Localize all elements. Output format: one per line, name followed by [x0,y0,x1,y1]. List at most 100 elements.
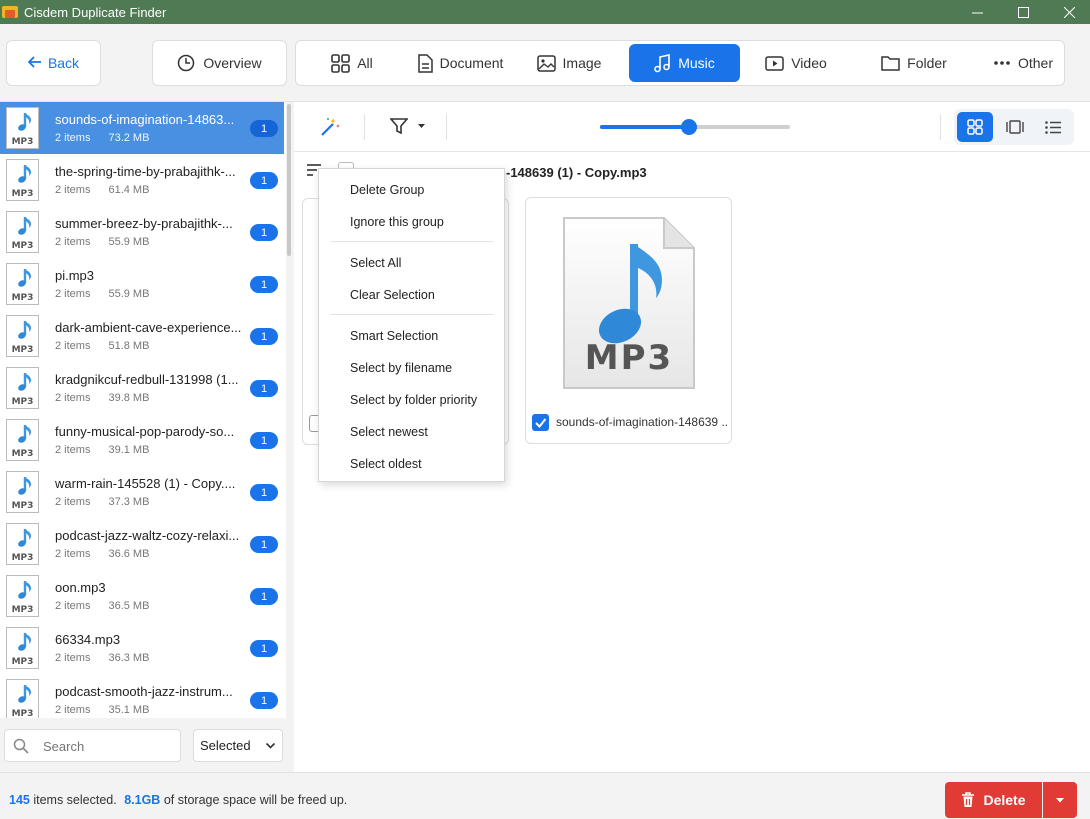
group-count-badge: 1 [250,276,278,293]
mp3-thumbnail-icon: MP3 [6,523,39,565]
status-bar: 145 items selected. 8.1GB of storage spa… [0,772,1090,819]
delete-button-label: Delete [983,792,1026,808]
mp3-thumbnail-label: MP3 [11,709,34,718]
group-count-badge: 1 [250,484,278,501]
grid-view-icon [967,119,983,135]
group-count-badge: 1 [250,380,278,397]
group-context-menu: Delete Group Ignore this group Select Al… [318,168,505,482]
mp3-thumbnail-label: MP3 [11,605,34,615]
toolbar-divider [940,114,941,140]
grid-view-button[interactable] [957,112,993,142]
menu-item-delete-group[interactable]: Delete Group [350,183,424,197]
menu-item-select-newest[interactable]: Select newest [350,425,428,439]
tab-folder[interactable]: Folder [872,44,956,82]
selected-count-text: items selected. [33,793,117,807]
list-item[interactable]: MP3 kradgnikcuf-redbull-131998 (1... 2 ite… [0,362,284,414]
group-count-badge: 1 [250,120,278,137]
group-item-count: 2 items [55,704,91,716]
group-name: funny-musical-pop-parody-so... [55,424,235,439]
list-item[interactable]: MP3 podcast-jazz-waltz-cozy-relaxi... 2 it… [0,518,284,570]
mp3-thumbnail-label: MP3 [11,293,34,303]
tab-video[interactable]: Video [756,44,836,82]
mp3-thumbnail-icon: MP3 [6,107,39,149]
selection-filter-dropdown[interactable]: Selected [193,729,283,762]
list-item[interactable]: MP3 dark-ambient-cave-experience... 2 item… [0,310,284,362]
mp3-thumbnail-label: MP3 [11,553,34,563]
mp3-thumbnail-icon: MP3 [6,159,39,201]
delete-button[interactable]: Delete [945,782,1042,818]
group-name: sounds-of-imagination-14863... [55,112,235,127]
mp3-thumbnail-icon: MP3 [6,315,39,357]
menu-item-smart-selection[interactable]: Smart Selection [350,329,438,343]
tab-other-label: Other [1017,55,1053,71]
group-meta: 2 items 37.3 MB [55,496,149,508]
tab-document[interactable]: Document [400,44,520,82]
mp3-thumbnail-label: MP3 [11,241,34,251]
top-nav: Back Overview All Document Image Music V… [0,24,1090,102]
file-checkbox-checked[interactable] [532,414,549,431]
list-item[interactable]: MP3 podcast-smooth-jazz-instrum... 2 items… [0,674,284,718]
menu-item-clear-selection[interactable]: Clear Selection [350,288,435,302]
menu-item-select-by-filename[interactable]: Select by filename [350,361,452,375]
menu-divider [331,241,493,242]
search-input[interactable] [43,736,173,756]
list-item[interactable]: MP3 pi.mp3 2 items 55.9 MB 1 [0,258,284,310]
tab-image-label: Image [562,55,602,71]
tab-other[interactable]: Other [986,44,1060,82]
menu-item-ignore-group[interactable]: Ignore this group [350,215,444,229]
list-item[interactable]: MP3 sounds-of-imagination-14863... 2 items… [0,102,284,154]
tab-all-label: All [357,55,373,71]
group-meta: 2 items 51.8 MB [55,340,149,352]
list-scrollbar-thumb[interactable] [287,104,291,256]
tab-music[interactable]: Music [629,44,740,82]
group-size: 39.8 MB [108,392,150,404]
group-name: the-spring-time-by-prabajithk-... [55,164,236,179]
delete-options-button[interactable] [1043,782,1077,818]
close-icon[interactable] [1046,0,1090,24]
menu-item-select-oldest[interactable]: Select oldest [350,457,422,471]
toolbar-divider [446,114,447,140]
group-size: 51.8 MB [108,340,150,352]
list-item[interactable]: MP3 oon.mp3 2 items 36.5 MB 1 [0,570,284,622]
document-icon [417,53,433,73]
group-count-badge: 1 [250,536,278,553]
filter-button[interactable] [390,118,425,135]
back-button-label: Back [47,55,80,71]
tab-all[interactable]: All [314,44,390,82]
group-item-count: 2 items [55,392,91,404]
group-size: 39.1 MB [108,444,150,456]
content-toolbar [294,102,1090,152]
mp3-thumbnail-label: MP3 [11,657,34,667]
search-box[interactable] [4,729,181,762]
list-item[interactable]: MP3 warm-rain-145528 (1) - Copy.... 2 item… [0,466,284,518]
thumbnail-size-slider-handle[interactable] [681,119,697,135]
freed-size-text: of storage space will be freed up. [163,793,348,807]
group-count-badge: 1 [250,640,278,657]
view-mode-switcher [954,109,1074,145]
file-card[interactable]: MP3 sounds-of-imagination-148639 ... [525,197,732,444]
list-item[interactable]: MP3 funny-musical-pop-parody-so... 2 items… [0,414,284,466]
minimize-icon[interactable] [954,0,1000,24]
list-item[interactable]: MP3 summer-breez-by-prabajithk-... 2 items… [0,206,284,258]
list-view-button[interactable] [1035,112,1071,142]
menu-item-select-all[interactable]: Select All [350,256,401,270]
list-item[interactable]: MP3 the-spring-time-by-prabajithk-... 2 it… [0,154,284,206]
menu-item-select-by-folder-priority[interactable]: Select by folder priority [350,393,477,407]
group-size: 36.6 MB [108,548,150,560]
preview-view-button[interactable] [997,112,1033,142]
group-size: 55.9 MB [108,236,150,248]
mp3-thumbnail-icon: MP3 [6,367,39,409]
overview-label: Overview [203,55,262,71]
maximize-icon[interactable] [1000,0,1046,24]
magic-wand-icon[interactable] [318,115,342,142]
back-button[interactable]: Back [6,40,101,86]
list-view-icon [1045,120,1061,134]
overview-button[interactable]: Overview [152,40,287,86]
list-item[interactable]: MP3 66334.mp3 2 items 36.3 MB 1 [0,622,284,674]
mp3-thumbnail-icon: MP3 [6,471,39,513]
group-name: podcast-smooth-jazz-instrum... [55,684,233,699]
caret-down-icon [418,124,425,128]
tab-image[interactable]: Image [530,44,608,82]
group-meta: 2 items 36.5 MB [55,600,149,612]
group-size: 61.4 MB [108,184,150,196]
